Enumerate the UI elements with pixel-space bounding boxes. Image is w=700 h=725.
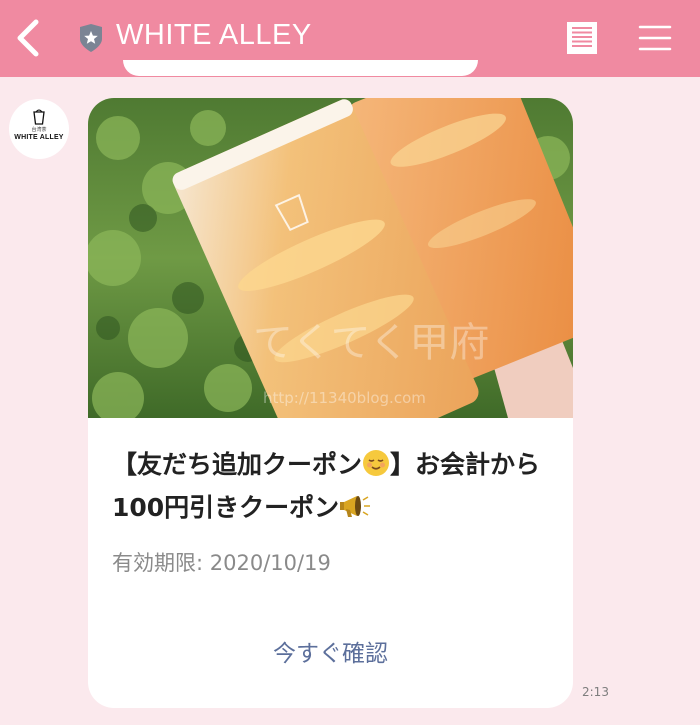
hamburger-menu-icon[interactable] [638,22,672,54]
verified-shield-star-icon [80,24,102,52]
avatar-brand: WHITE ALLEY [14,134,64,141]
svg-text:てくてく甲府: てくてく甲府 [253,320,489,366]
expiry-value: 2020/10/19 [209,551,331,575]
expiry-date: 有効期限: 2020/10/19 [112,547,331,577]
expiry-label: 有効期限: [112,551,204,575]
coupon-title-part1: 【友だち追加クーポン [112,450,363,479]
avatar[interactable]: 台湾茶 WHITE ALLEY [9,99,69,159]
megaphone-emoji-icon [340,496,371,517]
smiling-face-emoji-icon [363,450,390,476]
chevron-left-icon[interactable] [12,18,44,58]
avatar-subtext: 台湾茶 [31,127,47,133]
coupon-photo[interactable]: てくてく甲府 http://11340blog.com [88,98,573,418]
chat-title: WHITE ALLEY [116,19,312,51]
svg-text:http://11340blog.com: http://11340blog.com [263,389,426,407]
coupon-card[interactable]: てくてく甲府 http://11340blog.com 【友だち追加クーポン 】… [88,98,573,708]
previous-message-bubble[interactable] [123,60,478,76]
coupon-title: 【友だち追加クーポン 】お会計から 100円引きクーポン [112,443,552,529]
check-now-button[interactable]: 今すぐ確認 [88,634,573,668]
cup-logo-icon [33,109,45,125]
message-timestamp: 2:13 [582,685,609,699]
notes-icon[interactable] [566,21,598,55]
